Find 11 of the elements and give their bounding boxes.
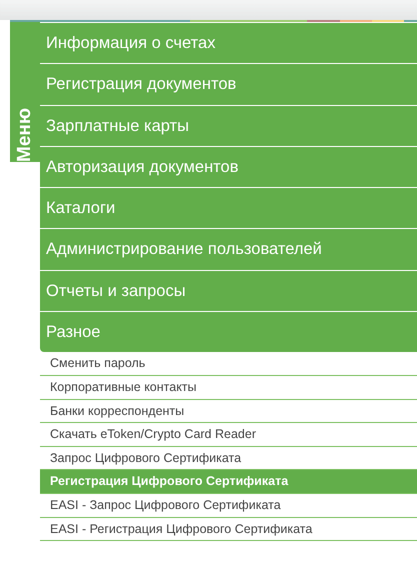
menu-item[interactable]: Зарплатные карты: [40, 104, 417, 146]
submenu-item[interactable]: Регистрация Цифрового Сертификата: [40, 470, 417, 494]
menu-item[interactable]: Отчеты и запросы: [40, 270, 417, 312]
menu-item[interactable]: Регистрация документов: [40, 63, 417, 105]
submenu-item[interactable]: Банки корреспонденты: [40, 400, 417, 424]
menu-item[interactable]: Авторизация документов: [40, 146, 417, 188]
menu-item[interactable]: Разное: [40, 311, 417, 352]
menu-item[interactable]: Администрирование пользователей: [40, 228, 417, 270]
submenu-item[interactable]: EASI - Регистрация Цифрового Сертификата: [40, 518, 417, 542]
menu-item[interactable]: Информация о счетах: [40, 22, 417, 64]
menu-item[interactable]: Каталоги: [40, 187, 417, 228]
